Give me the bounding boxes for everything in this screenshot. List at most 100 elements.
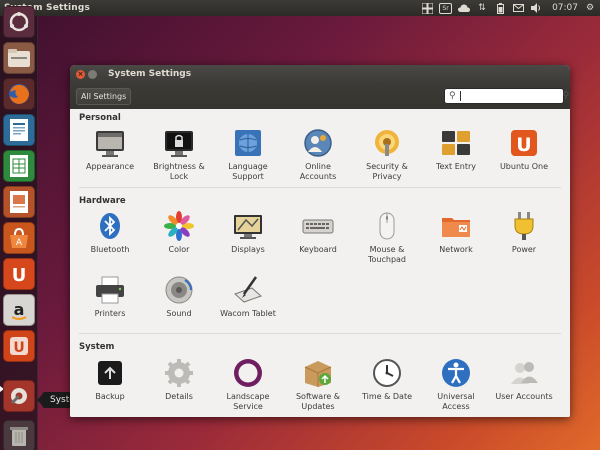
- svg-text:a: a: [14, 300, 25, 319]
- item-label: Bluetooth: [90, 245, 130, 254]
- cloud-icon[interactable]: [458, 2, 471, 14]
- gear-icon[interactable]: ⚙: [584, 2, 596, 14]
- section-title-personal: Personal: [79, 113, 121, 123]
- item-security-privacy[interactable]: Security & Privacy: [355, 127, 419, 182]
- network-arrows-icon[interactable]: ⇅: [476, 2, 488, 14]
- item-label: User Accounts: [495, 392, 553, 401]
- firefox-icon[interactable]: [3, 78, 35, 110]
- item-appearance[interactable]: Appearance: [78, 127, 142, 172]
- settings-content: Personal Appearance Brightness & Lock La…: [70, 109, 570, 417]
- ubuntu-dash-icon[interactable]: [3, 6, 35, 38]
- window-titlebar[interactable]: × System Settings: [70, 65, 570, 83]
- clear-search-icon[interactable]: ⚲: [563, 91, 570, 101]
- item-power[interactable]: Power: [492, 210, 556, 255]
- item-displays[interactable]: Displays: [216, 210, 280, 255]
- system-settings-window: × System Settings All Settings ⚲ ⚲ Perso…: [70, 65, 570, 417]
- item-software-updates[interactable]: Software & Updates: [286, 357, 350, 412]
- item-universal-access[interactable]: Universal Access: [424, 357, 488, 412]
- trash-icon[interactable]: [3, 420, 35, 450]
- item-label: Brightness & Lock: [153, 162, 205, 181]
- window-toolbar: All Settings ⚲ ⚲: [70, 83, 570, 109]
- amazon-icon[interactable]: a: [3, 294, 35, 326]
- item-label: Sound: [166, 309, 192, 318]
- close-button[interactable]: ×: [76, 69, 85, 79]
- workspace-switcher-icon[interactable]: [421, 2, 433, 14]
- battery-icon[interactable]: [494, 2, 506, 14]
- item-label: Online Accounts: [299, 162, 337, 181]
- sound-icon: [165, 276, 193, 304]
- item-label: Details: [165, 392, 193, 401]
- item-user-accounts[interactable]: User Accounts: [492, 357, 556, 402]
- item-brightness-lock[interactable]: Brightness & Lock: [147, 127, 211, 182]
- volume-icon[interactable]: [530, 2, 542, 14]
- item-time-date[interactable]: Time & Date: [355, 357, 419, 402]
- item-label: Displays: [231, 245, 265, 254]
- launcher: A U a U: [0, 6, 38, 450]
- libreoffice-calc-icon[interactable]: [3, 150, 35, 182]
- brightness-lock-icon: [165, 131, 193, 157]
- text-entry-icon: [442, 131, 470, 155]
- item-ubuntu-one[interactable]: U Ubuntu One: [492, 127, 556, 172]
- window-title: System Settings: [108, 69, 192, 79]
- section-divider: [79, 333, 561, 334]
- minimize-button[interactable]: [88, 69, 97, 79]
- item-label: Printers: [94, 309, 126, 318]
- item-sound[interactable]: Sound: [147, 274, 211, 319]
- ubuntu-one-icon: U: [511, 130, 537, 156]
- item-label: Software & Updates: [295, 392, 341, 411]
- color-icon: [164, 211, 194, 241]
- item-keyboard[interactable]: Keyboard: [286, 210, 350, 255]
- search-icon: ⚲: [449, 91, 456, 101]
- item-language-support[interactable]: Language Support: [216, 127, 280, 182]
- search-box[interactable]: ⚲ ⚲: [444, 88, 569, 104]
- libreoffice-impress-icon[interactable]: [3, 186, 35, 218]
- printers-icon: [96, 276, 124, 304]
- item-wacom-tablet[interactable]: Wacom Tablet: [216, 274, 280, 319]
- landscape-service-icon: [234, 359, 262, 387]
- item-online-accounts[interactable]: Online Accounts: [286, 127, 350, 182]
- software-updates-icon: [304, 361, 332, 387]
- item-network[interactable]: Network: [424, 210, 488, 255]
- libreoffice-writer-icon[interactable]: [3, 114, 35, 146]
- section-divider: [79, 187, 561, 188]
- clock[interactable]: 07:07: [552, 0, 578, 16]
- security-privacy-icon: [375, 130, 399, 156]
- item-mouse-touchpad[interactable]: Mouse & Touchpad: [355, 210, 419, 265]
- mouse-touchpad-icon: [379, 212, 395, 240]
- item-label: Network: [439, 245, 473, 254]
- item-label: Security & Privacy: [366, 162, 408, 181]
- all-settings-button[interactable]: All Settings: [76, 87, 132, 105]
- item-label: Text Entry: [435, 162, 476, 171]
- bluetooth-icon: [100, 213, 120, 239]
- wacom-tablet-icon: [234, 276, 262, 303]
- files-icon[interactable]: [3, 42, 35, 74]
- system-tray: Sr ⇅ 07:07 ⚙: [421, 0, 596, 16]
- appearance-icon: [96, 131, 124, 157]
- item-text-entry[interactable]: Text Entry: [424, 127, 488, 172]
- keyboard-layout-indicator[interactable]: Sr: [439, 2, 453, 14]
- item-label: Mouse & Touchpad: [367, 245, 407, 264]
- ubuntu-one-icon[interactable]: U: [3, 258, 35, 290]
- user-accounts-icon: [511, 362, 538, 384]
- online-accounts-icon: [304, 129, 332, 157]
- item-backup[interactable]: Backup: [78, 357, 142, 402]
- svg-text:A: A: [16, 238, 23, 248]
- item-label: Appearance: [85, 162, 135, 171]
- item-label: Power: [511, 245, 537, 254]
- power-icon: [514, 212, 534, 240]
- item-color[interactable]: Color: [147, 210, 211, 255]
- item-label: Landscape Service: [226, 392, 270, 411]
- item-bluetooth[interactable]: Bluetooth: [78, 210, 142, 255]
- software-center-icon[interactable]: A: [3, 222, 35, 254]
- mail-icon[interactable]: [512, 2, 524, 14]
- network-icon: [442, 218, 470, 237]
- search-input[interactable]: [459, 91, 563, 101]
- item-label: Wacom Tablet: [220, 309, 276, 318]
- system-settings-launcher-icon[interactable]: [3, 380, 35, 412]
- item-details[interactable]: Details: [147, 357, 211, 402]
- item-label: Universal Access: [437, 392, 475, 411]
- item-landscape-service[interactable]: Landscape Service: [216, 357, 280, 412]
- item-printers[interactable]: Printers: [78, 274, 142, 319]
- svg-text:U: U: [516, 134, 531, 156]
- ubuntu-one-music-icon[interactable]: U: [3, 330, 35, 362]
